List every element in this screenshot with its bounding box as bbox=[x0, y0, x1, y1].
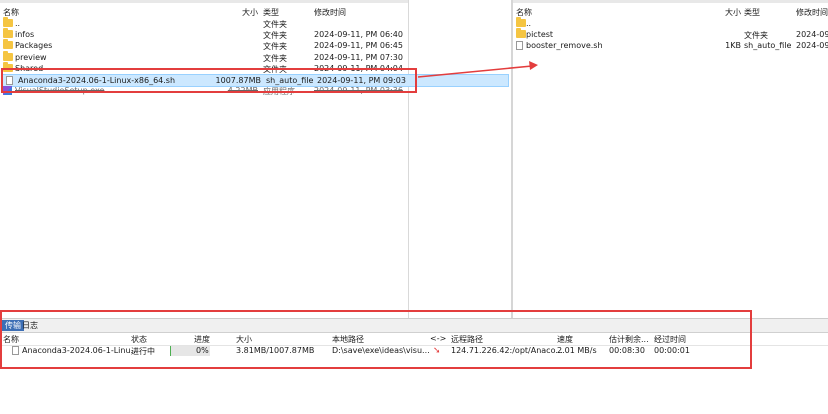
folder-icon bbox=[3, 53, 13, 61]
file-modified: 2024-09-11, PM 09:03 bbox=[317, 76, 406, 85]
file-size: 4.22MB bbox=[196, 86, 258, 95]
file-modified: 2024-09-11, PM 07:30 bbox=[314, 53, 403, 62]
file-name: .. bbox=[15, 19, 20, 28]
transfer-tabbar: 传输 日志 bbox=[0, 319, 828, 333]
col-type-header[interactable]: 类型 bbox=[263, 7, 279, 18]
file-row[interactable]: VisualStudioSetup.exe 4.22MB 应用程序 2024-09-1… bbox=[0, 85, 511, 96]
transfer-row[interactable]: Anaconda3-2024.06-1-Linu... 进行中 0% 3.81M… bbox=[0, 345, 828, 357]
col-size-header[interactable]: 大小 bbox=[236, 7, 258, 18]
file-icon bbox=[12, 346, 19, 355]
folder-icon bbox=[3, 64, 13, 72]
folder-icon bbox=[3, 30, 13, 38]
transfer-panel: 传输 日志 名称 状态 进度 大小 本地路径 <-> 远程路径 速度 估计剩余.… bbox=[0, 318, 828, 414]
file-name: .. bbox=[526, 19, 531, 28]
file-type: 应用程序 bbox=[263, 86, 295, 97]
file-name: Anaconda3-2024.06-1-Linux-x86_64.sh bbox=[18, 76, 175, 85]
col-modified-header[interactable]: 修改时间 bbox=[796, 7, 828, 18]
transfer-remote-path: 124.71.226.42:/opt/Anaco... bbox=[451, 346, 563, 355]
transfer-status: 进行中 bbox=[131, 346, 155, 357]
file-icon bbox=[6, 76, 13, 85]
file-name: infos bbox=[15, 30, 34, 39]
pane-top-border bbox=[0, 0, 408, 3]
tab-log[interactable]: 日志 bbox=[19, 320, 41, 331]
file-modified: 2024-09-11, PM 06:45 bbox=[314, 41, 403, 50]
file-icon bbox=[516, 41, 523, 50]
col-type-header[interactable]: 类型 bbox=[744, 7, 760, 18]
transfer-eta: 00:08:30 bbox=[609, 346, 645, 355]
local-column-headers: 名称 大小 类型 修改时间 bbox=[0, 7, 511, 18]
qcol-local[interactable]: 本地路径 bbox=[332, 334, 364, 345]
file-name: Packages bbox=[15, 41, 52, 50]
folder-icon bbox=[516, 30, 526, 38]
file-row[interactable]: pictest文件夹2024-09- bbox=[513, 29, 828, 40]
folder-icon bbox=[3, 19, 13, 27]
remote-file-pane[interactable]: 名称 大小 类型 修改时间 ..pictest文件夹2024-09-booste… bbox=[513, 0, 828, 318]
file-type: sh_auto_file bbox=[266, 76, 313, 85]
transfer-name: Anaconda3-2024.06-1-Linu... bbox=[22, 346, 138, 355]
file-name: preview bbox=[15, 53, 47, 62]
file-row[interactable]: .. bbox=[513, 18, 828, 29]
file-name: VisualStudioSetup.exe bbox=[15, 86, 104, 95]
col-modified-header[interactable]: 修改时间 bbox=[314, 7, 346, 18]
qcol-speed[interactable]: 速度 bbox=[557, 334, 573, 345]
qcol-progress[interactable]: 进度 bbox=[194, 334, 210, 345]
file-size: 1007.87MB bbox=[199, 76, 261, 85]
folder-icon bbox=[3, 41, 13, 49]
exe-icon bbox=[3, 86, 12, 95]
folder-icon bbox=[516, 19, 526, 27]
qcol-status[interactable]: 状态 bbox=[131, 334, 147, 345]
pane-top-border bbox=[513, 0, 828, 3]
qcol-direction[interactable]: <-> bbox=[430, 334, 446, 343]
file-row[interactable]: preview文件夹2024-09-11, PM 07:30 bbox=[0, 52, 511, 63]
upload-direction-icon: ➘ bbox=[433, 346, 441, 356]
qcol-elapsed[interactable]: 经过时间 bbox=[654, 334, 686, 345]
file-row[interactable]: infos文件夹2024-09-11, PM 06:40 bbox=[0, 29, 511, 40]
file-name: Shared bbox=[15, 64, 43, 73]
file-size: 1KB bbox=[703, 41, 741, 50]
transfer-progress-text: 0% bbox=[196, 346, 209, 355]
file-modified: 2024-09-11, PM 04:04 bbox=[314, 64, 403, 73]
local-file-pane[interactable]: 名称 大小 类型 修改时间 ..文件夹infos文件夹2024-09-11, P… bbox=[0, 0, 511, 318]
transfer-size: 3.81MB/1007.87MB bbox=[236, 346, 314, 355]
remote-column-headers: 名称 大小 类型 修改时间 bbox=[513, 7, 828, 18]
qcol-eta[interactable]: 估计剩余... bbox=[609, 334, 649, 345]
file-modified: 2024-09-11, PM 03:36 bbox=[314, 86, 403, 95]
file-name: pictest bbox=[526, 30, 553, 39]
col-size-header[interactable]: 大小 bbox=[725, 7, 741, 18]
transfer-local-path: D:\save\exe\ideas\visu... bbox=[332, 346, 430, 355]
file-name: booster_remove.sh bbox=[526, 41, 603, 50]
file-row[interactable]: Packages文件夹2024-09-11, PM 06:45 bbox=[0, 40, 511, 51]
file-row[interactable]: booster_remove.sh 1KBsh_auto_file 2024-09- bbox=[513, 40, 828, 51]
file-type: sh_auto_file bbox=[744, 41, 791, 50]
file-modified: 2024-09-11, PM 06:40 bbox=[314, 30, 403, 39]
qcol-remote[interactable]: 远程路径 bbox=[451, 334, 483, 345]
qcol-size[interactable]: 大小 bbox=[236, 334, 252, 345]
file-modified: 2024-09- bbox=[796, 30, 828, 39]
transfer-speed: 2.01 MB/s bbox=[557, 346, 597, 355]
file-modified: 2024-09- bbox=[796, 41, 828, 50]
transfer-elapsed: 00:00:01 bbox=[654, 346, 690, 355]
file-row[interactable]: ..文件夹 bbox=[0, 18, 511, 29]
file-row[interactable]: Shared文件夹2024-09-11, PM 04:04 bbox=[0, 63, 511, 74]
qcol-name[interactable]: 名称 bbox=[3, 334, 19, 345]
